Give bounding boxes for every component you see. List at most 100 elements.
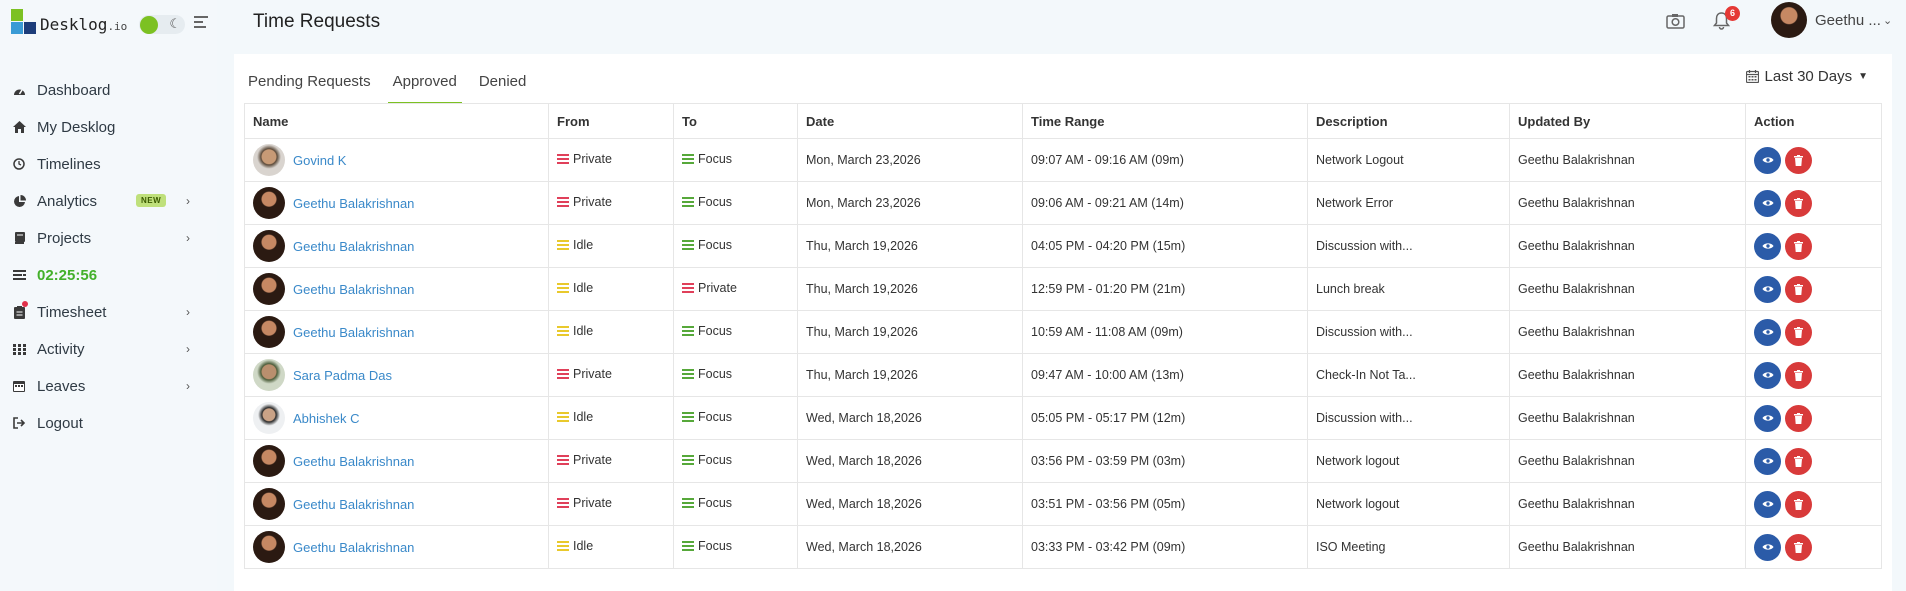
view-button[interactable] (1754, 318, 1781, 346)
sidebar-item-timelines[interactable]: Timelines (0, 146, 217, 182)
column-header-to[interactable]: To (673, 103, 798, 139)
column-header-name[interactable]: Name (244, 103, 549, 139)
light-mode-dot (140, 16, 158, 34)
view-button[interactable] (1754, 404, 1781, 432)
delete-button[interactable] (1785, 275, 1812, 303)
column-header-date[interactable]: Date (797, 103, 1023, 139)
eye-icon (1762, 458, 1773, 464)
sidebar-item-leaves[interactable]: Leaves › (0, 368, 217, 404)
notification-count-badge: 6 (1725, 6, 1740, 21)
delete-button[interactable] (1785, 533, 1812, 561)
user-avatar[interactable] (1771, 2, 1807, 38)
from-cell: Private (548, 482, 674, 526)
employee-name-link[interactable]: Geethu Balakrishnan (293, 239, 414, 254)
employee-name-link[interactable]: Geethu Balakrishnan (293, 325, 414, 340)
employee-name-link[interactable]: Geethu Balakrishnan (293, 497, 414, 512)
desklog-logo[interactable]: Desklog.io (11, 9, 127, 36)
from-status: Private (573, 366, 612, 381)
chevron-right-icon: › (186, 305, 190, 319)
sidebar-item-analytics[interactable]: Analytics NEW › (0, 183, 217, 219)
employee-name-link[interactable]: Geethu Balakrishnan (293, 540, 414, 555)
tab-approved[interactable]: Approved (387, 54, 463, 104)
view-button[interactable] (1754, 232, 1781, 260)
employee-name-link[interactable]: Abhishek C (293, 411, 359, 426)
menu-toggle-icon[interactable] (194, 16, 208, 31)
to-status: Focus (698, 323, 733, 338)
name-cell: Govind K (244, 138, 549, 182)
delete-button[interactable] (1785, 146, 1812, 174)
tab-denied[interactable]: Denied (479, 54, 527, 104)
calendar-icon (12, 379, 26, 393)
to-cell: Focus (673, 525, 798, 569)
time-range-cell: 04:05 PM - 04:20 PM (15m) (1022, 224, 1308, 268)
view-button[interactable] (1754, 146, 1781, 174)
delete-button[interactable] (1785, 232, 1812, 260)
updated-by-cell: Geethu Balakrishnan (1509, 138, 1746, 182)
clock-icon (12, 157, 26, 171)
view-button[interactable] (1754, 275, 1781, 303)
sidebar-item-activity[interactable]: Activity › (0, 331, 217, 367)
sidebar-item-timesheet[interactable]: Timesheet › (0, 294, 217, 330)
sidebar-item-my-desklog[interactable]: My Desklog (0, 109, 217, 145)
chevron-down-icon[interactable]: ⌄ (1883, 14, 1892, 27)
column-header-updated-by[interactable]: Updated By (1509, 103, 1746, 139)
table-row: Geethu Balakrishnan Private Focus Wed, M… (244, 482, 1882, 526)
table-row: Geethu Balakrishnan Idle Focus Thu, Marc… (244, 310, 1882, 354)
description-cell: ISO Meeting (1307, 525, 1510, 569)
name-cell: Geethu Balakrishnan (244, 439, 549, 483)
delete-button[interactable] (1785, 361, 1812, 389)
user-name[interactable]: Geethu ... (1815, 12, 1881, 29)
sidebar-item-label: Timelines (37, 155, 101, 173)
view-button[interactable] (1754, 533, 1781, 561)
employee-name-link[interactable]: Geethu Balakrishnan (293, 282, 414, 297)
from-status: Idle (573, 323, 594, 338)
from-status: Idle (573, 538, 594, 553)
new-badge: NEW (136, 194, 167, 207)
sidebar-item-dashboard[interactable]: Dashboard (0, 72, 217, 108)
from-status: Private (573, 495, 612, 510)
employee-name-link[interactable]: Govind K (293, 153, 346, 168)
column-header-from[interactable]: From (548, 103, 674, 139)
view-button[interactable] (1754, 189, 1781, 217)
sidebar-item-logout[interactable]: Logout (0, 405, 217, 441)
delete-button[interactable] (1785, 404, 1812, 432)
sidebar-item-timer[interactable]: 02:25:56 (0, 257, 217, 293)
delete-button[interactable] (1785, 318, 1812, 346)
view-button[interactable] (1754, 361, 1781, 389)
notification-dot (22, 301, 28, 307)
status-bars-icon (557, 324, 569, 338)
date-range-filter[interactable]: Last 30 Days ▼ (1745, 68, 1868, 85)
logo-text: Desklog.io (40, 15, 128, 34)
status-bars-icon (682, 152, 694, 166)
view-button[interactable] (1754, 447, 1781, 475)
time-requests-card: Pending Requests Approved Denied Last 30… (234, 54, 1892, 591)
delete-button[interactable] (1785, 490, 1812, 518)
to-cell: Focus (673, 224, 798, 268)
updated-by-cell: Geethu Balakrishnan (1509, 181, 1746, 225)
status-bars-icon (682, 367, 694, 381)
theme-toggle[interactable]: ☾ (139, 15, 185, 34)
to-cell: Focus (673, 353, 798, 397)
delete-button[interactable] (1785, 447, 1812, 475)
chevron-right-icon: › (186, 194, 190, 208)
camera-icon[interactable] (1666, 13, 1685, 34)
updated-by-cell: Geethu Balakrishnan (1509, 525, 1746, 569)
trash-icon (1794, 154, 1803, 166)
sidebar-item-projects[interactable]: Projects › (0, 220, 217, 256)
column-header-description[interactable]: Description (1307, 103, 1510, 139)
action-cell (1745, 310, 1882, 354)
column-header-time-range[interactable]: Time Range (1022, 103, 1308, 139)
updated-by-cell: Geethu Balakrishnan (1509, 353, 1746, 397)
tab-pending-requests[interactable]: Pending Requests (248, 54, 371, 104)
employee-name-link[interactable]: Geethu Balakrishnan (293, 196, 414, 211)
employee-name-link[interactable]: Sara Padma Das (293, 368, 392, 383)
status-bars-icon (682, 539, 694, 553)
status-bars-icon (682, 324, 694, 338)
view-button[interactable] (1754, 490, 1781, 518)
eye-icon (1762, 243, 1773, 249)
eye-icon (1762, 501, 1773, 507)
employee-name-link[interactable]: Geethu Balakrishnan (293, 454, 414, 469)
from-status: Private (573, 194, 612, 209)
chevron-right-icon: › (186, 231, 190, 245)
delete-button[interactable] (1785, 189, 1812, 217)
